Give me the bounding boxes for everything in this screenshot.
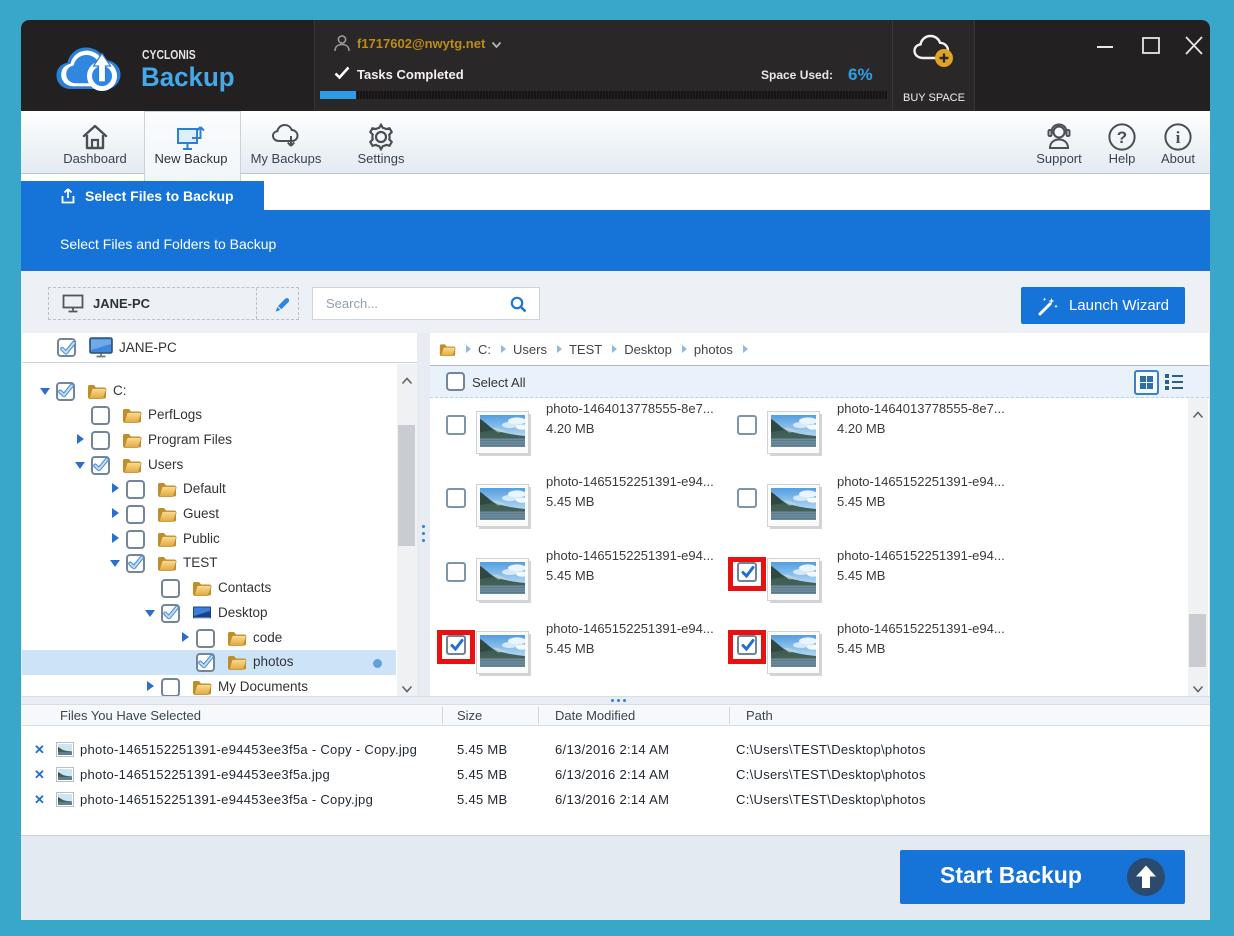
svg-text:i: i [1176, 128, 1181, 147]
svg-text:?: ? [1117, 128, 1127, 147]
